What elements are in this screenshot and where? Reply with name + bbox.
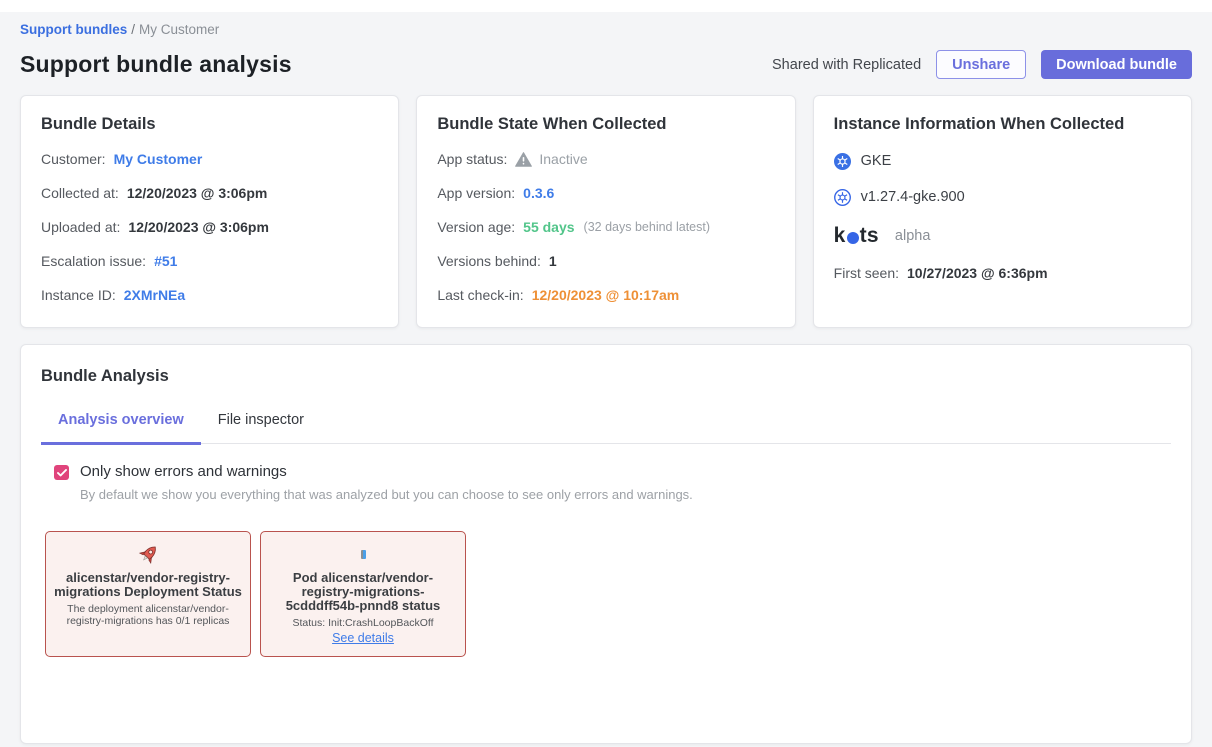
errors-warnings-filter: Only show errors and warnings By default… [54,463,1171,502]
app-version-link[interactable]: 0.3.6 [523,185,554,201]
escalation-issue-link[interactable]: #51 [154,253,177,269]
kots-logo-ts: ts [860,224,879,248]
rocket-icon [137,542,160,566]
breadcrumb-link-support-bundles[interactable]: Support bundles [20,22,127,37]
only-errors-checkbox[interactable] [54,465,69,480]
see-details-link[interactable]: See details [332,631,394,645]
result-title: Pod alicenstar/vendor-registry-migration… [269,571,457,613]
page: Support bundles / My Customer Support bund… [0,22,1212,744]
uploaded-at-value: 12/20/2023 @ 3:06pm [128,219,269,235]
row-label: Customer: [41,151,106,167]
warning-triangle-icon [515,152,532,167]
detail-row-last-checkin: Last check-in: 12/20/2023 @ 10:17am [437,286,774,304]
detail-row-app-version: App version: 0.3.6 [437,184,774,202]
detail-row-uploaded-at: Uploaded at: 12/20/2023 @ 3:06pm [41,218,378,236]
instance-info-card: Instance Information When Collected GKE … [813,95,1192,328]
versions-behind-value: 1 [549,253,557,269]
result-detail: The deployment alicenstar/vendor-registr… [54,603,242,628]
tab-file-inspector[interactable]: File inspector [201,412,321,443]
bundle-analysis-title: Bundle Analysis [41,367,1171,386]
app-status-value: Inactive [539,151,587,167]
filter-text: Only show errors and warnings By default… [80,463,693,502]
row-label: Last check-in: [437,287,523,303]
info-cards-row: Bundle Details Customer: My Customer Col… [20,95,1192,328]
result-detail: Status: Init:CrashLoopBackOff [292,617,433,629]
row-label: Versions behind: [437,253,541,269]
result-card-pod-status[interactable]: Pod alicenstar/vendor-registry-migration… [260,531,466,657]
tab-analysis-overview[interactable]: Analysis overview [41,412,201,445]
bundle-state-card: Bundle State When Collected App status: … [416,95,795,328]
shared-status-text: Shared with Replicated [772,57,921,73]
kots-logo-o-dot [847,232,859,244]
kots-row: kts alpha [834,224,1171,248]
detail-row-collected-at: Collected at: 12/20/2023 @ 3:06pm [41,184,378,202]
detail-row-first-seen: First seen: 10/27/2023 @ 6:36pm [834,264,1171,282]
card-title: Instance Information When Collected [834,115,1171,134]
kubernetes-distribution-icon [834,153,851,170]
row-label: App status: [437,151,507,167]
card-title: Bundle Details [41,115,378,134]
row-label: Uploaded at: [41,219,120,235]
kubernetes-version-icon [834,189,851,206]
k8s-version-value: v1.27.4-gke.900 [861,189,965,205]
top-white-bar [0,0,1212,12]
row-label: First seen: [834,265,899,281]
unshare-button[interactable]: Unshare [936,50,1026,79]
last-checkin-value: 12/20/2023 @ 10:17am [532,287,680,303]
card-title: Bundle State When Collected [437,115,774,134]
filter-description: By default we show you everything that w… [80,487,693,502]
collected-at-value: 12/20/2023 @ 3:06pm [127,185,268,201]
detail-row-app-status: App status: Inactive [437,150,774,168]
kots-logo: kts [834,224,879,248]
page-title: Support bundle analysis [20,51,292,78]
customer-link[interactable]: My Customer [114,151,203,167]
row-label: Collected at: [41,185,119,201]
row-label: Escalation issue: [41,253,146,269]
download-bundle-button[interactable]: Download bundle [1041,50,1192,79]
instance-id-link[interactable]: 2XMrNEa [124,287,185,303]
distribution-value: GKE [861,153,892,169]
row-label: Version age: [437,219,515,235]
page-header: Support bundle analysis Shared with Repl… [20,50,1192,79]
analysis-tabs: Analysis overview File inspector [41,412,1171,444]
kots-logo-k: k [834,224,846,248]
detail-row-escalation-issue: Escalation issue: #51 [41,252,378,270]
breadcrumb-current: My Customer [139,22,219,37]
row-label: App version: [437,185,515,201]
result-title: alicenstar/vendor-registry-migrations De… [54,571,242,599]
detail-row-version-age: Version age: 55 days (32 days behind lat… [437,218,774,236]
row-label: Instance ID: [41,287,116,303]
detail-row-instance-id: Instance ID: 2XMrNEa [41,286,378,304]
version-age-suffix: (32 days behind latest) [584,220,710,234]
checkmark-icon [57,469,67,477]
filter-label[interactable]: Only show errors and warnings [80,463,693,480]
pod-icon [361,542,366,566]
detail-row-versions-behind: Versions behind: 1 [437,252,774,270]
distribution-row: GKE [834,152,1171,170]
breadcrumb-separator: / [131,22,135,37]
breadcrumb: Support bundles / My Customer [20,22,1192,37]
bundle-analysis-panel: Bundle Analysis Analysis overview File i… [20,344,1192,744]
first-seen-value: 10/27/2023 @ 6:36pm [907,265,1048,281]
bundle-details-card: Bundle Details Customer: My Customer Col… [20,95,399,328]
detail-row-customer: Customer: My Customer [41,150,378,168]
kots-channel-label: alpha [895,228,930,244]
result-card-deployment-status[interactable]: alicenstar/vendor-registry-migrations De… [45,531,251,657]
header-actions: Shared with Replicated Unshare Download … [772,50,1192,79]
version-age-value: 55 days [523,219,574,235]
analysis-results: alicenstar/vendor-registry-migrations De… [45,531,1171,657]
k8s-version-row: v1.27.4-gke.900 [834,188,1171,206]
